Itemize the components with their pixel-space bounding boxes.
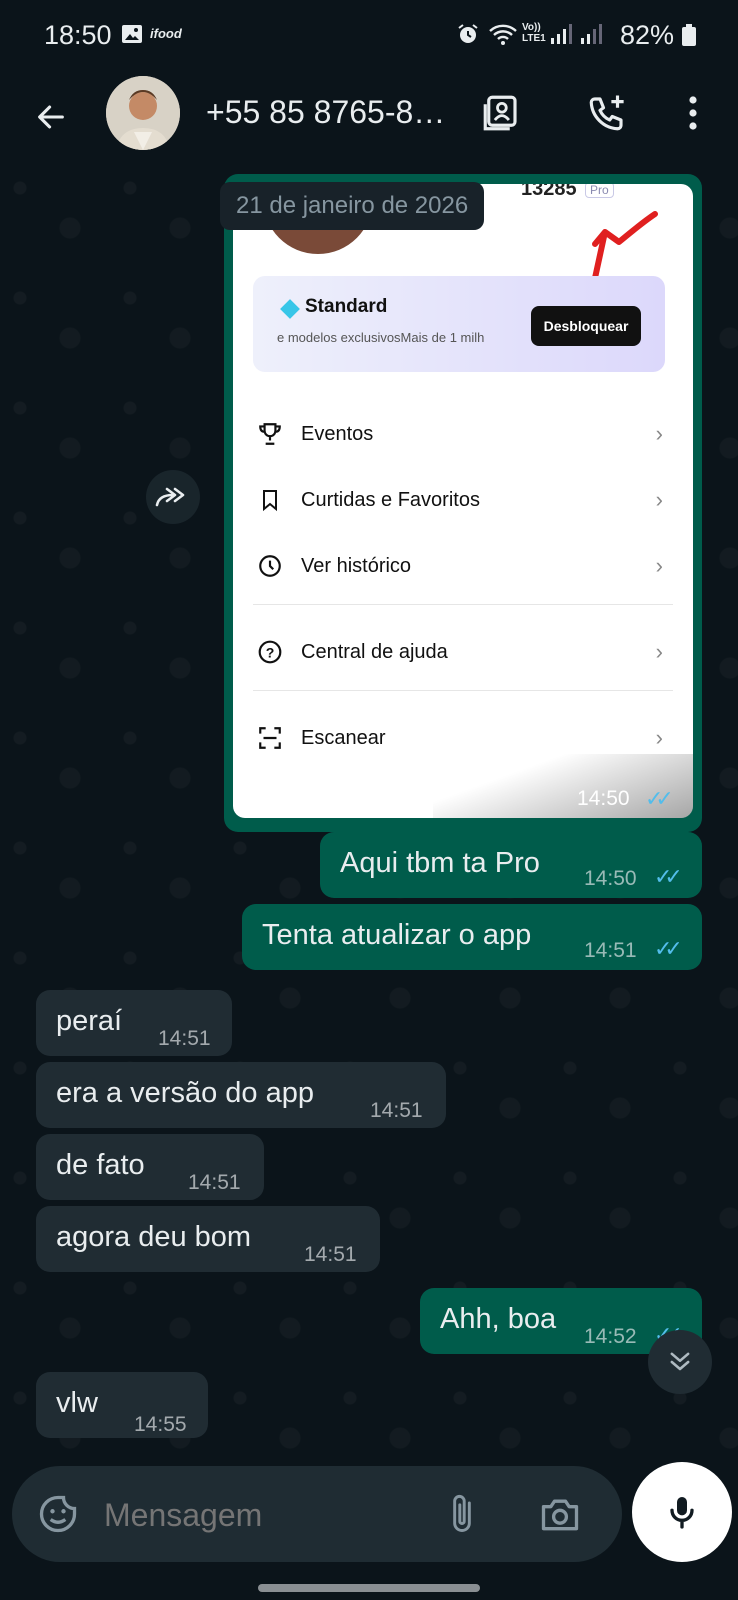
scan-icon — [253, 725, 287, 751]
message-text: Ahh, boa — [440, 1303, 557, 1335]
chevron-right-icon: › — [655, 639, 663, 664]
volte-indicator: Vo)) LTE1 — [522, 22, 546, 44]
menu-label: Eventos — [301, 422, 374, 445]
message-text: vlw — [56, 1387, 98, 1419]
message-time: 14:51 — [304, 1243, 357, 1266]
add-call-icon[interactable] — [582, 88, 632, 138]
message-incoming[interactable]: agora deu bom 14:51 — [36, 1206, 380, 1272]
chevron-right-icon: › — [655, 487, 663, 512]
diamond-icon — [280, 299, 300, 319]
message-time: 14:51 — [158, 1027, 211, 1050]
message-incoming[interactable]: era a versão do app 14:51 — [36, 1062, 446, 1128]
menu-divider — [253, 604, 673, 605]
message-time: 14:51 — [370, 1099, 423, 1122]
menu-label: Escanear — [301, 726, 386, 749]
image-message-bubble[interactable]: 13285 Pro Standard e modelos exclusivosM… — [224, 174, 702, 832]
mic-icon[interactable] — [632, 1462, 732, 1562]
plan-title: Standard — [305, 296, 388, 317]
menu-item-ajuda[interactable]: ? Central de ajuda › — [253, 632, 673, 672]
menu-item-historico[interactable]: Ver histórico › — [253, 546, 673, 586]
message-text: de fato — [56, 1149, 145, 1181]
forward-icon[interactable] — [146, 470, 200, 524]
chevron-right-icon: › — [655, 553, 663, 578]
attach-icon[interactable] — [446, 1492, 478, 1541]
plan-subtitle: e modelos exclusivosMais de 1 milh — [277, 330, 485, 345]
message-text: peraí — [56, 1005, 123, 1037]
menu-item-curtidas[interactable]: Curtidas e Favoritos › — [253, 480, 673, 520]
status-bar: 18:50 ifood Vo)) LTE1 82% — [0, 0, 738, 70]
message-time: 14:51 — [584, 939, 637, 962]
message-text: agora deu bom — [56, 1221, 252, 1253]
menu-item-eventos[interactable]: Eventos › — [253, 414, 673, 454]
read-receipt-icon: ✓✓ — [654, 864, 683, 889]
trophy-icon — [253, 421, 287, 447]
message-text: Aqui tbm ta Pro — [340, 847, 540, 879]
alarm-icon — [456, 22, 480, 51]
message-outgoing[interactable]: Aqui tbm ta Pro 14:50 ✓✓ — [320, 832, 702, 898]
red-arrow-annotation — [592, 211, 658, 281]
svg-text:?: ? — [266, 644, 275, 660]
read-receipt-icon: ✓✓ — [645, 786, 674, 811]
history-icon — [253, 553, 287, 579]
volte-label: Vo)) — [522, 22, 541, 33]
battery-level: 82% — [620, 20, 675, 50]
chat-header: +55 85 8765-8… — [0, 70, 738, 169]
username-suffix: 13285 — [521, 184, 577, 200]
wifi-icon — [488, 22, 518, 51]
message-time: 14:52 — [584, 1325, 637, 1348]
message-incoming[interactable]: vlw 14:55 — [36, 1372, 208, 1438]
contacts-icon[interactable] — [476, 88, 526, 138]
menu-item-escanear[interactable]: Escanear › — [253, 718, 673, 758]
scroll-down-icon[interactable] — [648, 1330, 712, 1394]
contact-name[interactable]: +55 85 8765-8… — [206, 94, 456, 131]
menu-divider — [253, 690, 673, 691]
bookmark-icon — [253, 487, 287, 513]
network-label: LTE1 — [522, 33, 546, 44]
plan-card[interactable]: Standard e modelos exclusivosMais de 1 m… — [253, 276, 665, 372]
avatar[interactable] — [106, 76, 180, 150]
more-vert-icon[interactable] — [668, 88, 718, 138]
message-incoming[interactable]: peraí 14:51 — [36, 990, 232, 1056]
message-input[interactable] — [102, 1486, 426, 1544]
camera-icon[interactable] — [538, 1492, 582, 1541]
status-time: 18:50 — [44, 20, 112, 50]
menu-label: Central de ajuda — [301, 640, 448, 663]
date-separator: 21 de janeiro de 2026 — [220, 182, 485, 230]
message-time: 14:55 — [134, 1413, 187, 1436]
read-receipt-icon: ✓✓ — [654, 936, 683, 961]
menu-label: Ver histórico — [301, 554, 412, 577]
gesture-bar[interactable] — [258, 1584, 480, 1592]
back-arrow-icon[interactable] — [26, 92, 76, 142]
message-text: Tenta atualizar o app — [262, 919, 532, 951]
unlock-button[interactable]: Desbloquear — [531, 306, 641, 346]
message-composer — [12, 1466, 622, 1562]
chevron-right-icon: › — [655, 725, 663, 750]
sticker-icon[interactable] — [36, 1492, 80, 1541]
shared-screenshot[interactable]: 13285 Pro Standard e modelos exclusivosM… — [233, 184, 693, 818]
battery-icon — [682, 24, 696, 51]
ifood-notification-icon: ifood — [150, 26, 182, 41]
message-outgoing[interactable]: Tenta atualizar o app 14:51 ✓✓ — [242, 904, 702, 970]
signal-icon — [550, 24, 572, 49]
pro-badge: Pro — [585, 184, 614, 198]
message-incoming[interactable]: de fato 14:51 — [36, 1134, 264, 1200]
chat-area[interactable]: 13285 Pro Standard e modelos exclusivosM… — [0, 168, 738, 1458]
gallery-notification-icon — [120, 22, 144, 52]
message-text: era a versão do app — [56, 1077, 314, 1109]
chevron-right-icon: › — [655, 421, 663, 446]
signal-2-icon — [580, 24, 602, 49]
message-time: 14:50 — [584, 867, 637, 890]
message-time: 14:51 — [188, 1171, 241, 1194]
help-icon: ? — [253, 639, 287, 665]
menu-label: Curtidas e Favoritos — [301, 488, 480, 511]
image-time: 14:50 — [577, 787, 630, 810]
